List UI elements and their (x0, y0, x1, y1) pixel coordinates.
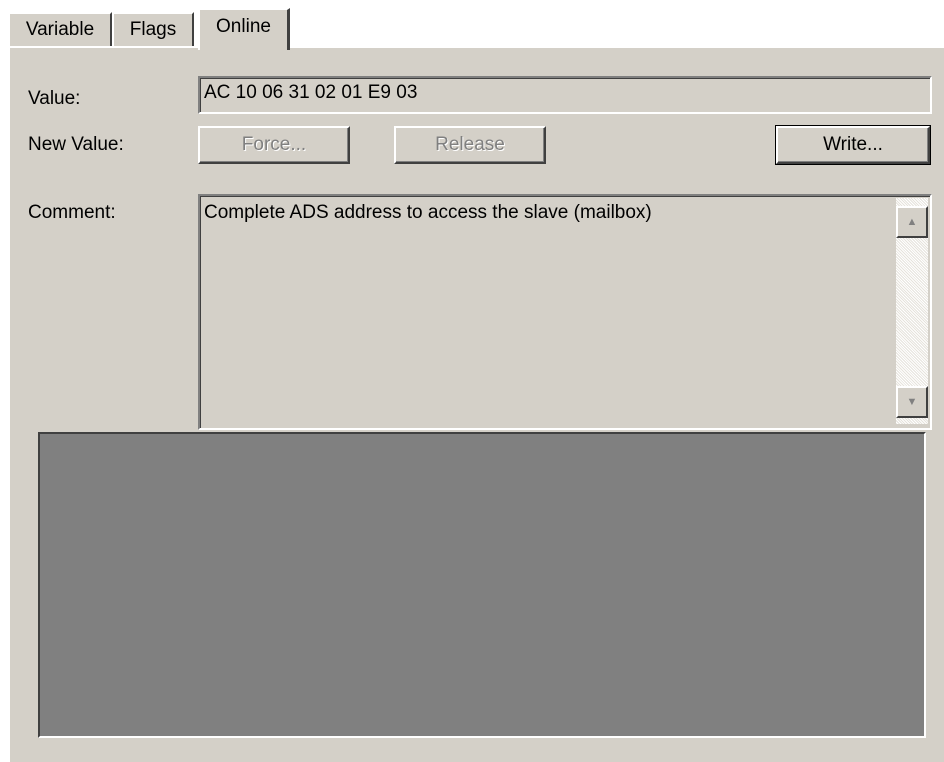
comment-field[interactable]: Complete ADS address to access the slave… (198, 194, 932, 430)
tab-flags[interactable]: Flags (112, 12, 194, 46)
tab-variable[interactable]: Variable (8, 12, 112, 46)
empty-content-area (38, 432, 926, 738)
force-button[interactable]: Force... (198, 126, 350, 164)
comment-field-text: Complete ADS address to access the slave… (204, 202, 652, 223)
comment-scrollbar[interactable]: ▲ ▼ (896, 198, 928, 424)
write-button[interactable]: Write... (775, 125, 931, 165)
release-button[interactable]: Release (394, 126, 546, 164)
tab-online-label: Online (216, 16, 271, 37)
force-button-label: Force... (241, 134, 307, 155)
online-tab-panel: Value: AC 10 06 31 02 01 E9 03 New Value… (8, 46, 944, 762)
arrow-down-icon: ▼ (906, 396, 918, 408)
tab-online[interactable]: Online (198, 8, 290, 50)
tab-flags-label: Flags (129, 19, 177, 40)
comment-label: Comment: (28, 202, 116, 223)
value-field-text: AC 10 06 31 02 01 E9 03 (204, 82, 418, 103)
value-field[interactable]: AC 10 06 31 02 01 E9 03 (198, 76, 932, 114)
tab-variable-label: Variable (25, 19, 95, 40)
release-button-label: Release (435, 134, 505, 155)
value-label: Value: (28, 88, 81, 109)
tab-strip: Variable Flags Online (8, 8, 944, 50)
arrow-up-icon: ▲ (906, 216, 918, 228)
scroll-down-button[interactable]: ▼ (896, 386, 928, 418)
write-button-label: Write... (823, 134, 883, 155)
dialog-frame: Variable Flags Online Value: AC 10 06 31… (0, 0, 944, 762)
new-value-label: New Value: (28, 134, 124, 155)
scroll-up-button[interactable]: ▲ (896, 206, 928, 238)
